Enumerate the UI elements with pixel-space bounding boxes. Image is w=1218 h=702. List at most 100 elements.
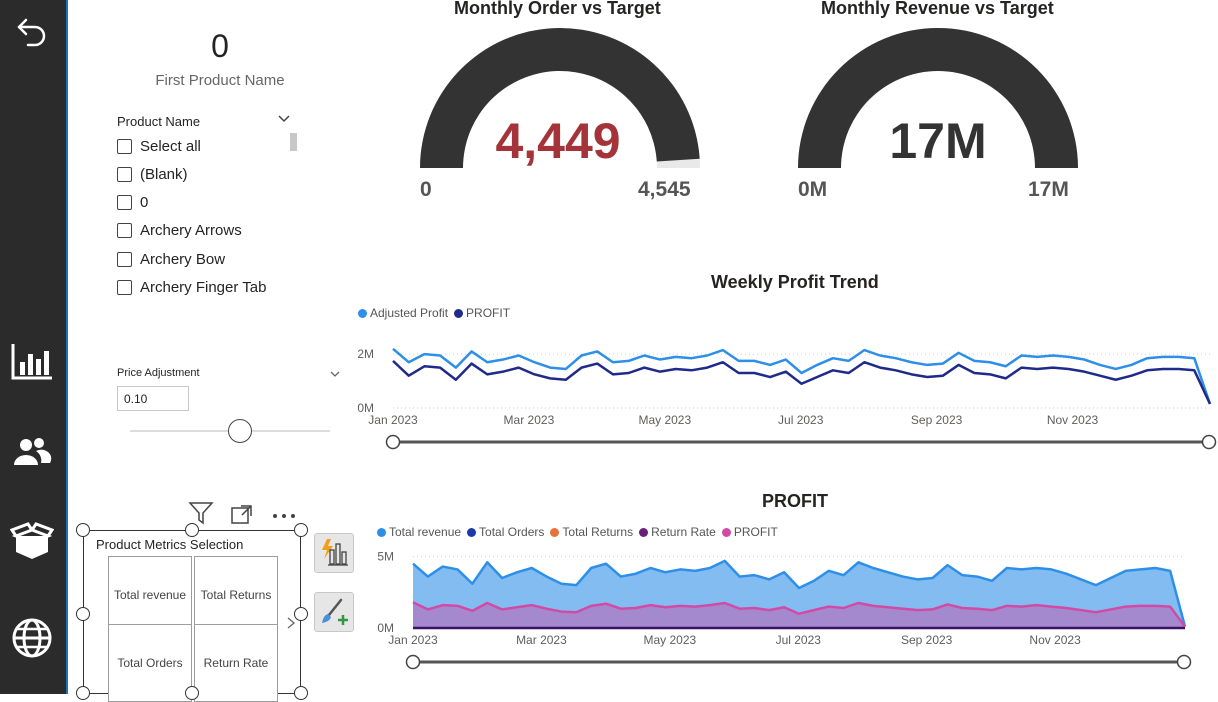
x-tick-label: Jan 2023 [368, 413, 418, 427]
focus-mode-icon[interactable] [230, 503, 254, 530]
legend-dot [358, 308, 367, 318]
slicer-item[interactable]: (Blank) [117, 163, 188, 185]
slicer-item[interactable]: Archery Bow [117, 248, 225, 270]
resize-handle[interactable] [294, 607, 308, 621]
legend-item[interactable]: Total Returns [550, 525, 633, 539]
checkbox[interactable] [117, 138, 132, 154]
checkbox[interactable] [117, 251, 132, 267]
slicer-item-label: Select all [140, 137, 201, 155]
legend-dot [467, 527, 477, 537]
checkbox[interactable] [117, 166, 132, 182]
slicer-item-label: Archery Finger Tab [140, 279, 267, 296]
slicer-item-label: 0 [140, 194, 149, 212]
resize-handle[interactable] [76, 523, 90, 537]
resize-handle[interactable] [185, 686, 199, 700]
gauge-title: Monthly Revenue vs Target [821, 0, 1054, 18]
gauge-value: 4,449 [495, 113, 621, 169]
legend-label: Return Rate [651, 525, 716, 539]
legend-label: Total revenue [389, 525, 462, 539]
chart-legend: Total revenue Total Orders Total Returns Re… [377, 525, 784, 539]
x-tick-label: Jul 2023 [778, 413, 824, 427]
range-slider-end-handle[interactable] [1176, 654, 1192, 670]
checkbox[interactable] [117, 280, 132, 295]
slicer-title: Product Name [117, 114, 201, 129]
legend-dot [454, 308, 464, 318]
globe-icon[interactable] [4, 614, 60, 662]
matrix-cell[interactable]: Return Rate [194, 624, 278, 702]
legend-item[interactable]: PROFIT [721, 525, 778, 539]
slicer-item-label: (Blank) [140, 165, 188, 183]
chevron-down-icon[interactable] [329, 366, 341, 384]
checkbox[interactable] [117, 223, 132, 239]
legend-item[interactable]: PROFIT [454, 306, 510, 320]
slicer-item-label: Archery Arrows [140, 222, 242, 240]
series-line [392, 347, 1212, 405]
gauge-min: 0M [798, 178, 828, 201]
slicer-item[interactable]: 0 [117, 192, 148, 214]
slicer-item[interactable]: Archery Finger Tab [117, 277, 266, 299]
series-line [392, 359, 1212, 405]
more-options-icon[interactable] [271, 504, 297, 527]
legend-item[interactable]: Total Orders [467, 525, 544, 539]
price-slider-thumb[interactable] [228, 419, 252, 443]
matrix-title: Product Metrics Selection [96, 537, 244, 552]
price-adjustment-label: Price Adjustment [117, 367, 200, 379]
x-tick-label: Mar 2023 [516, 633, 567, 647]
bar-chart-icon[interactable] [4, 338, 60, 386]
y-tick-label: 2M [357, 347, 374, 361]
slicer-item[interactable]: Archery Arrows [117, 220, 242, 242]
legend-item[interactable]: Return Rate [639, 525, 716, 539]
checkbox[interactable] [117, 195, 132, 211]
x-tick-label: Nov 2023 [1047, 413, 1099, 427]
legend-item[interactable]: Total revenue [377, 525, 461, 539]
resize-handle[interactable] [76, 686, 90, 700]
card-label: First Product Name [155, 72, 285, 89]
resize-handle[interactable] [76, 607, 90, 621]
format-visual-button[interactable] [314, 592, 354, 632]
gauge-value: 17M [889, 113, 987, 169]
resize-handle[interactable] [185, 523, 199, 537]
slicer-item-label: Archery Bow [140, 250, 226, 268]
range-slider-start-handle[interactable] [385, 434, 401, 450]
range-slider-end-handle[interactable] [1201, 434, 1217, 450]
build-visual-button[interactable] [314, 533, 354, 573]
x-tick-label: Jul 2023 [776, 633, 822, 647]
format-paintbrush-icon [322, 598, 348, 625]
profit-area-chart: 0M5MJan 2023 Mar 2023 May 2023 Jul 2023 Sep … [377, 550, 1192, 670]
resize-handle[interactable] [294, 686, 308, 700]
nav-sidebar [0, 0, 68, 694]
price-adjustment-input[interactable]: 0.10 [117, 386, 189, 411]
box-icon[interactable] [4, 518, 60, 566]
x-tick-label: May 2023 [643, 633, 696, 647]
chart-legend: Adjusted Profit PROFIT [358, 306, 516, 320]
legend-label: Total Returns [562, 525, 634, 539]
legend-dot [639, 527, 649, 537]
matrix-cell[interactable]: Total revenue [108, 556, 192, 634]
chevron-right-icon[interactable] [286, 616, 296, 635]
chart-title: PROFIT [762, 491, 828, 511]
legend-label: Total Orders [479, 525, 545, 539]
weekly-profit-chart: 0M2MJan 2023 Mar 2023 May 2023 Jul 2023 Sep … [357, 347, 1217, 450]
legend-label: PROFIT [466, 306, 511, 320]
legend-item[interactable]: Adjusted Profit [358, 306, 448, 320]
x-tick-label: Mar 2023 [504, 413, 555, 427]
range-slider-start-handle[interactable] [405, 654, 421, 670]
x-tick-label: May 2023 [638, 413, 691, 427]
chevron-down-icon[interactable] [277, 112, 291, 130]
slicer-item[interactable]: Select all [117, 135, 201, 157]
y-tick-label: 5M [377, 550, 394, 564]
card-value: 0 [211, 28, 229, 64]
legend-label: Adjusted Profit [370, 306, 449, 320]
matrix-cell[interactable]: Total Orders [108, 624, 192, 702]
chart-title: Weekly Profit Trend [711, 272, 879, 292]
slicer-scrollbar[interactable] [290, 133, 297, 151]
people-icon[interactable] [4, 428, 60, 476]
gauge-min: 0 [420, 178, 432, 201]
matrix-cell[interactable]: Total Returns [194, 556, 278, 634]
x-tick-label: Sep 2023 [901, 633, 953, 647]
legend-label: PROFIT [733, 525, 778, 539]
x-tick-label: Sep 2023 [911, 413, 963, 427]
back-arrow-icon[interactable] [4, 8, 60, 56]
resize-handle[interactable] [294, 523, 308, 537]
x-tick-label: Nov 2023 [1029, 633, 1081, 647]
